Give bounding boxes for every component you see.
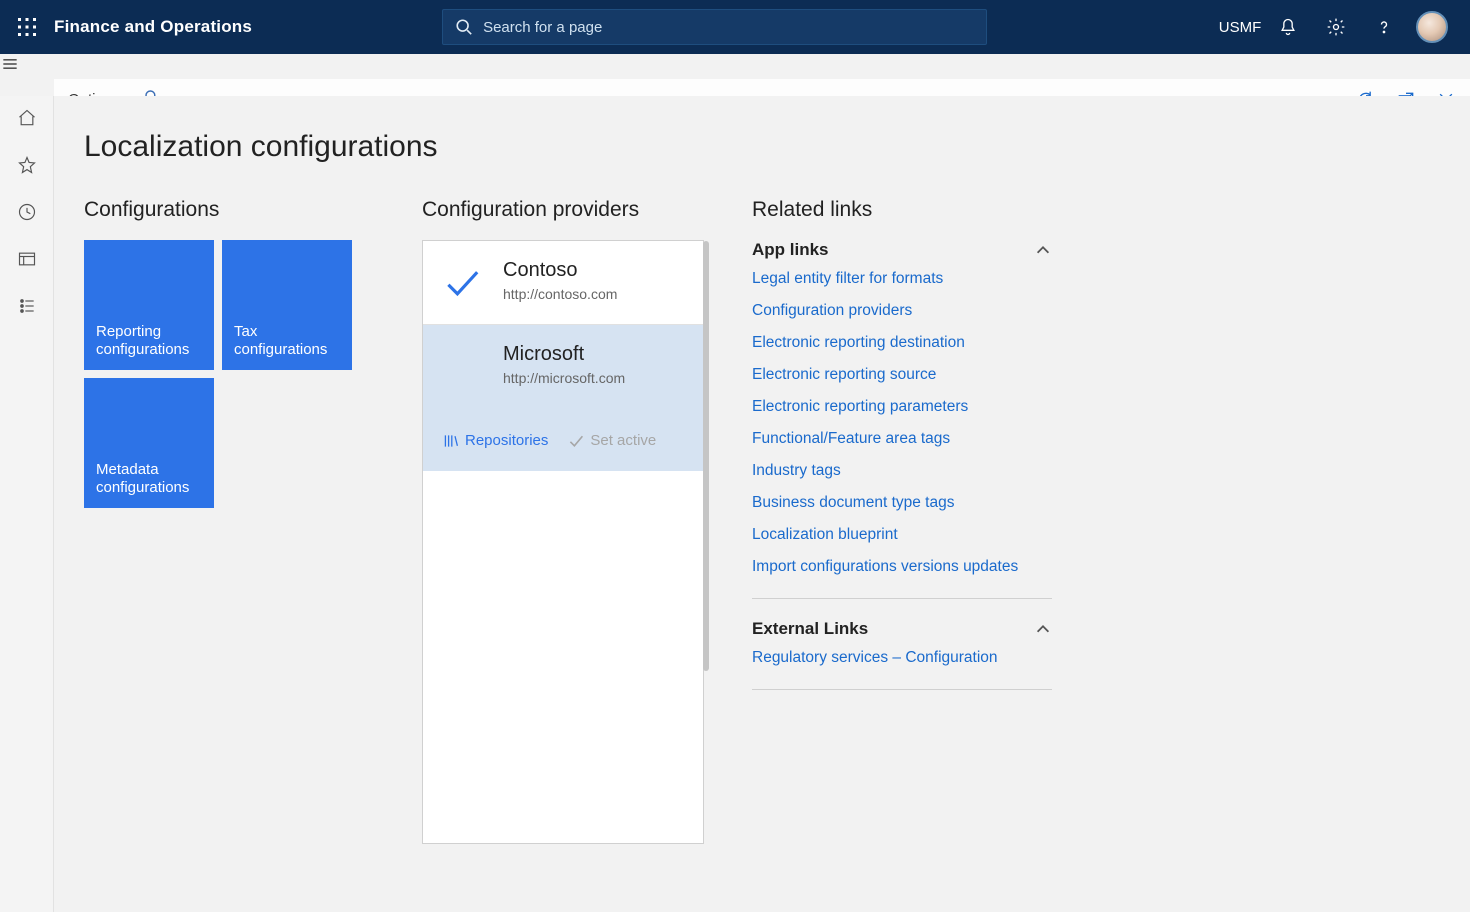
provider-url: http://contoso.com (503, 286, 617, 302)
check-icon (443, 265, 479, 301)
notifications-icon[interactable] (1264, 0, 1312, 54)
configurations-heading: Configurations (84, 198, 374, 222)
top-bar: Finance and Operations USMF (0, 0, 1470, 54)
app-links-title: App links (752, 240, 829, 260)
link-industry-tags[interactable]: Industry tags (752, 462, 1052, 480)
external-links-title: External Links (752, 619, 868, 639)
app-links-list: Legal entity filter for formats Configur… (752, 270, 1052, 576)
help-icon[interactable] (1360, 0, 1408, 54)
link-er-parameters[interactable]: Electronic reporting parameters (752, 398, 1052, 416)
page-title: Localization configurations (84, 130, 1440, 164)
page-content: Localization configurations Configuratio… (54, 96, 1470, 912)
settings-icon[interactable] (1312, 0, 1360, 54)
favorites-icon[interactable] (17, 155, 37, 180)
chevron-up-icon (1034, 241, 1052, 259)
link-configuration-providers[interactable]: Configuration providers (752, 302, 1052, 320)
link-regulatory-services[interactable]: Regulatory services – Configuration (752, 649, 1052, 667)
global-search-input[interactable] (483, 19, 974, 36)
provider-card-contoso[interactable]: Contoso http://contoso.com (423, 241, 703, 325)
waffle-icon[interactable] (0, 0, 54, 54)
tile-label: Reporting configurations (96, 323, 202, 361)
scrollbar-thumb[interactable] (703, 241, 709, 671)
link-business-doc-tags[interactable]: Business document type tags (752, 494, 1052, 512)
related-links-section: Related links App links Legal entity fil… (752, 198, 1052, 710)
tile-tax-configurations[interactable]: Tax configurations (222, 240, 352, 370)
nav-rail (0, 96, 54, 912)
provider-name: Contoso (503, 259, 617, 282)
hamburger-icon[interactable] (0, 54, 1470, 79)
providers-section: Configuration providers Contoso http://c… (422, 198, 704, 844)
app-title: Finance and Operations (54, 17, 252, 37)
tile-label: Metadata configurations (96, 461, 202, 499)
top-right-controls: USMF (1216, 0, 1470, 54)
user-avatar[interactable] (1408, 0, 1456, 54)
configurations-section: Configurations Reporting configurations … (84, 198, 374, 508)
recent-icon[interactable] (17, 202, 37, 227)
chevron-up-icon (1034, 620, 1052, 638)
app-links-header[interactable]: App links (752, 240, 1052, 260)
repositories-button[interactable]: Repositories (443, 432, 548, 449)
provider-url: http://microsoft.com (503, 370, 625, 386)
link-er-destination[interactable]: Electronic reporting destination (752, 334, 1052, 352)
set-active-label: Set active (590, 432, 656, 449)
home-icon[interactable] (17, 108, 37, 133)
providers-list: Contoso http://contoso.com Microsoft htt… (422, 240, 704, 844)
providers-heading: Configuration providers (422, 198, 704, 222)
link-localization-blueprint[interactable]: Localization blueprint (752, 526, 1052, 544)
link-er-source[interactable]: Electronic reporting source (752, 366, 1052, 384)
repositories-label: Repositories (465, 432, 548, 449)
avatar (1416, 11, 1448, 43)
search-icon (455, 18, 473, 36)
modules-icon[interactable] (17, 296, 37, 321)
global-search[interactable] (442, 9, 987, 45)
external-links-header[interactable]: External Links (752, 619, 1052, 639)
tile-reporting-configurations[interactable]: Reporting configurations (84, 240, 214, 370)
company-picker[interactable]: USMF (1216, 0, 1264, 54)
link-feature-tags[interactable]: Functional/Feature area tags (752, 430, 1052, 448)
link-legal-entity-filter[interactable]: Legal entity filter for formats (752, 270, 1052, 288)
checkmark-icon (568, 433, 584, 449)
workspaces-icon[interactable] (17, 249, 37, 274)
set-active-button[interactable]: Set active (568, 432, 656, 449)
related-links-heading: Related links (752, 198, 1052, 222)
external-links-list: Regulatory services – Configuration (752, 649, 1052, 667)
tile-metadata-configurations[interactable]: Metadata configurations (84, 378, 214, 508)
provider-name: Microsoft (503, 343, 625, 366)
tile-label: Tax configurations (234, 323, 340, 361)
divider (752, 689, 1052, 690)
divider (752, 598, 1052, 599)
repositories-icon (443, 433, 459, 449)
provider-card-microsoft[interactable]: Microsoft http://microsoft.com Repositor… (423, 325, 703, 471)
link-import-config-versions[interactable]: Import configurations versions updates (752, 558, 1052, 576)
